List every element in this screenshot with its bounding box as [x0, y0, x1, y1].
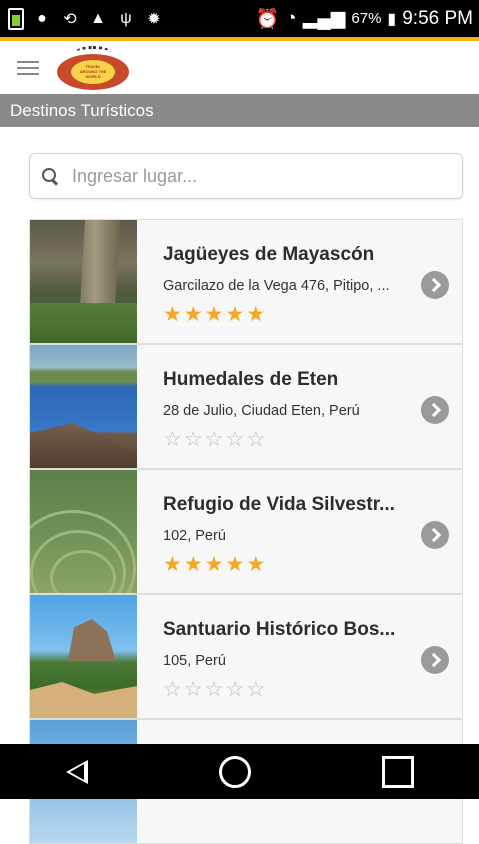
star-filled-icon: ★: [246, 553, 266, 576]
place-address: 28 de Julio, Ciudad Eten, Perú: [163, 403, 360, 419]
wifi-icon: ◔: [285, 7, 297, 29]
search-input[interactable]: [70, 164, 434, 188]
place-address: 102, Perú: [163, 528, 226, 544]
star-empty-icon: ☆: [225, 428, 245, 451]
place-name: Humedales de Eten: [163, 369, 339, 390]
list-item[interactable]: Humedales de Eten 28 de Julio, Ciudad Et…: [29, 344, 463, 469]
star-empty-icon: ☆: [183, 678, 203, 701]
star-empty-icon: ☆: [246, 678, 266, 701]
notification-icon: ●: [37, 9, 47, 27]
star-filled-icon: ★: [225, 553, 245, 576]
search-icon: [42, 168, 58, 184]
place-name: Santuario Histórico Bos...: [163, 619, 396, 640]
rating-stars: ★ ★ ★ ★ ★: [163, 304, 462, 326]
menu-icon[interactable]: [17, 60, 39, 75]
star-empty-icon: ☆: [246, 428, 266, 451]
star-empty-icon: ☆: [163, 428, 182, 451]
star-empty-icon: ☆: [183, 428, 203, 451]
rating-stars: ★ ★ ★ ★ ★: [163, 554, 462, 576]
star-filled-icon: ★: [204, 553, 224, 576]
app-bar: TRAVEL AROUND THE WORLD: [0, 41, 479, 94]
status-bar: ● ⟲ ▲ ψ ✹ ⏰ ◔ ▂▄▆ 67% ▮ 9:56 PM: [0, 0, 479, 37]
signal-icon: ▂▄▆: [302, 8, 346, 29]
place-photo: [30, 595, 137, 718]
star-empty-icon: ☆: [163, 678, 182, 701]
list-item[interactable]: Jagüeyes de Mayascón Garcilazo de la Veg…: [29, 219, 463, 344]
back-icon[interactable]: [65, 759, 88, 784]
star-filled-icon: ★: [163, 553, 182, 576]
star-filled-icon: ★: [183, 303, 203, 326]
usb-icon: ψ: [120, 9, 132, 27]
chevron-right-icon[interactable]: [421, 646, 449, 674]
star-filled-icon: ★: [225, 303, 245, 326]
place-photo: [30, 470, 137, 593]
star-filled-icon: ★: [163, 303, 182, 326]
alarm-icon: ⏰: [255, 8, 280, 30]
home-icon[interactable]: [218, 755, 251, 788]
navigation-bar: [0, 744, 479, 799]
search-box: [29, 153, 463, 199]
place-photo: [30, 345, 137, 468]
place-address: 105, Perú: [163, 653, 226, 669]
star-filled-icon: ★: [246, 303, 266, 326]
star-filled-icon: ★: [204, 303, 224, 326]
place-name: Jagüeyes de Mayascón: [163, 244, 375, 265]
chevron-right-icon[interactable]: [421, 521, 449, 549]
chevron-right-icon[interactable]: [421, 271, 449, 299]
logo-text: TRAVEL AROUND THE WORLD: [79, 64, 107, 79]
star-empty-icon: ☆: [204, 428, 224, 451]
charging-battery-icon: ▮: [387, 10, 397, 28]
app-logo: TRAVEL AROUND THE WORLD: [57, 45, 129, 90]
list-item[interactable]: Refugio de Vida Silvestr... 102, Perú ★ ★…: [29, 469, 463, 594]
star-empty-icon: ☆: [225, 678, 245, 701]
place-address: Garcilazo de la Vega 476, Pitipo, ...: [163, 278, 390, 294]
place-photo: [30, 220, 137, 343]
star-empty-icon: ☆: [204, 678, 224, 701]
chevron-right-icon[interactable]: [421, 396, 449, 424]
section-title: Destinos Turísticos: [0, 94, 479, 127]
battery-percent: 67%: [351, 10, 382, 27]
sync-icon: ⟲: [63, 10, 77, 28]
star-filled-icon: ★: [183, 553, 203, 576]
alert-icon: ▲: [90, 9, 106, 27]
rating-stars: ☆ ☆ ☆ ☆ ☆: [163, 429, 462, 451]
clock: 9:56 PM: [402, 7, 473, 29]
bug-icon: ✹: [147, 10, 161, 28]
rating-stars: ☆ ☆ ☆ ☆ ☆: [163, 679, 462, 701]
place-name: Refugio de Vida Silvestr...: [163, 494, 395, 515]
recent-apps-icon[interactable]: [381, 755, 414, 788]
battery-icon: [8, 7, 24, 30]
list-item[interactable]: Santuario Histórico Bos... 105, Perú ☆ ☆ ☆…: [29, 594, 463, 719]
